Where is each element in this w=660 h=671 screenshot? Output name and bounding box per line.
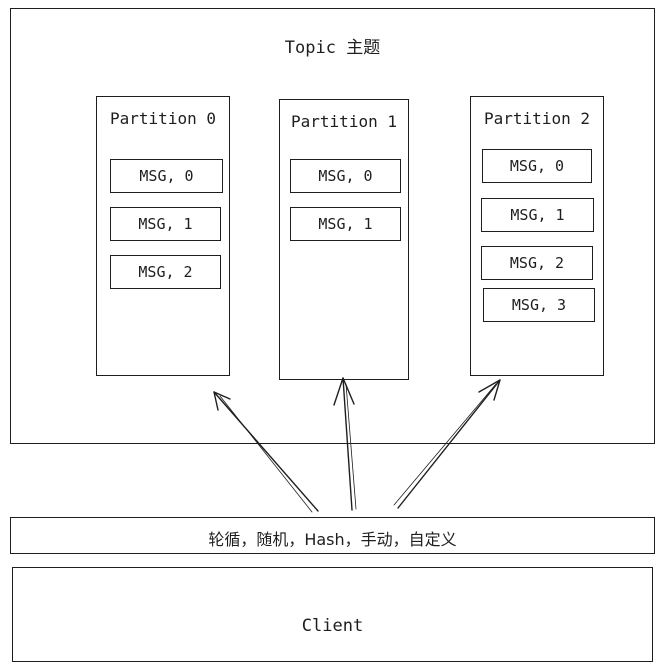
client-label: Client: [301, 616, 364, 636]
client-box: Client: [12, 567, 653, 662]
arrow-to-partition-2: [397, 379, 501, 509]
routing-strategy-label: 轮循，随机，Hash，手动，自定义: [208, 530, 457, 549]
arrow-to-partition-0: [213, 391, 319, 512]
routing-strategy-bar: 轮循，随机，Hash，手动，自定义: [10, 517, 655, 554]
